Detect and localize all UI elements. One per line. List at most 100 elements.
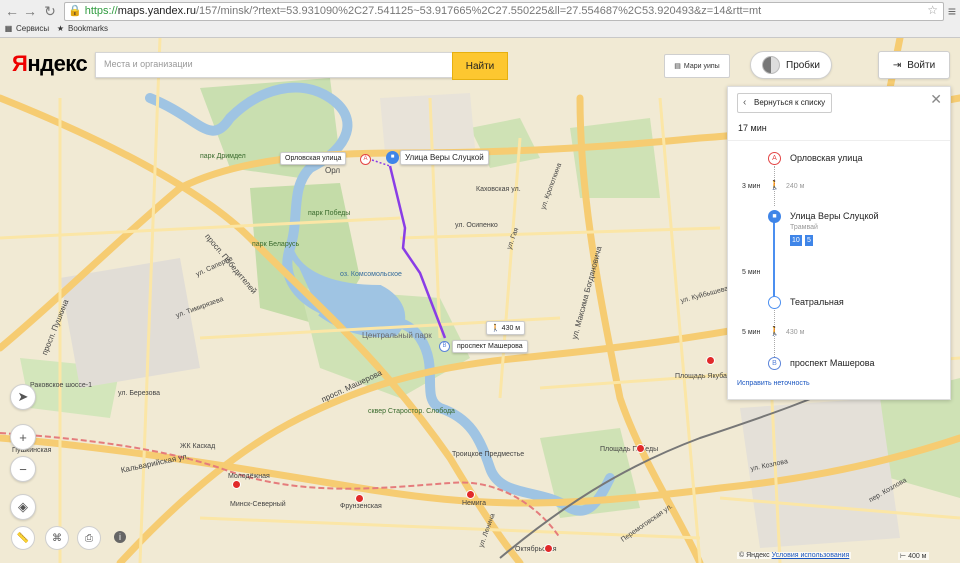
map-label: парк Победы	[308, 210, 351, 217]
address-bar[interactable]: 🔒 https://maps.yandex.ru/157/minsk/?rtext…	[64, 2, 944, 21]
close-icon[interactable]: ✕	[930, 92, 942, 106]
search-box[interactable]	[95, 52, 454, 78]
search-button-label: Найти	[465, 60, 495, 72]
tram-stop-callout[interactable]: Улица Веры Слуцкой	[400, 150, 489, 165]
reload-icon[interactable]: ↻	[42, 3, 58, 19]
metro-station-icon[interactable]	[232, 480, 241, 489]
route-badge[interactable]: 10	[790, 235, 802, 246]
map-label: ул. Осипенко	[455, 222, 498, 229]
search-input[interactable]	[96, 53, 452, 75]
metro-station-icon[interactable]	[706, 356, 715, 365]
end-marker: B	[768, 357, 781, 370]
browser-nav-row: ← → ↻ 🔒 https://maps.yandex.ru/157/minsk/…	[0, 0, 960, 22]
info-icon: i	[114, 531, 126, 543]
map-label: Орл	[325, 166, 341, 175]
zoom-in-button[interactable]: +	[10, 424, 36, 450]
apps-icon: ▦	[4, 24, 13, 33]
tram-stop-callout-label: Улица Веры Слуцкой	[405, 153, 484, 162]
bookmarks-bar: ▦ Сервисы ★ Bookmarks	[0, 22, 960, 37]
terms-link[interactable]: Условия использования	[772, 552, 850, 559]
map-label: Молодёжная	[228, 473, 270, 480]
end-step-name[interactable]: проспект Машерова	[790, 358, 874, 368]
map-layers-label: Мари уипы	[683, 62, 720, 70]
map-label: ул. Березова	[118, 390, 160, 397]
tram-stop-name[interactable]: Улица Веры Слуцкой	[790, 211, 879, 221]
location-arrow-icon: ➤	[17, 389, 29, 404]
scale-label: 400 м	[908, 553, 927, 560]
logo-rest: ндекс	[27, 51, 88, 76]
scale-line-icon: ⊢	[900, 553, 907, 560]
walk1-time: 3 мин	[742, 183, 761, 190]
browser-chrome: ← → ↻ 🔒 https://maps.yandex.ru/157/minsk/…	[0, 0, 960, 38]
metro-station-icon[interactable]	[355, 494, 364, 503]
traffic-label: Пробки	[786, 59, 820, 71]
walk2-distance: 430 м	[786, 329, 805, 336]
map-label: Площадь Победы	[600, 446, 659, 453]
tram-stop-icon[interactable]: ■	[386, 151, 399, 164]
back-to-list-button[interactable]: ‹ Вернуться к списку	[737, 93, 833, 113]
login-button[interactable]: ⇥ Войти	[878, 51, 950, 79]
ride-time: 5 мин	[742, 269, 761, 276]
print-button[interactable]: ⎙	[77, 526, 101, 550]
start-callout-label: Орловская улица	[285, 155, 342, 162]
start-step-name[interactable]: Орловская улица	[790, 153, 863, 163]
url-path: /157/minsk/?rtext=53.931090%2C27.541125~…	[196, 5, 762, 17]
map-layers-button[interactable]: ▤ Мари уипы	[664, 54, 730, 78]
end-marker[interactable]: B	[439, 341, 450, 352]
traffic-icon	[762, 56, 780, 74]
bookmark-services[interactable]: ▦ Сервисы	[4, 24, 49, 33]
ruler-button[interactable]: 📏	[11, 526, 35, 550]
menu-icon[interactable]: ≡	[948, 3, 956, 19]
walk2-time: 5 мин	[742, 329, 761, 336]
forward-arrow-icon[interactable]: →	[22, 3, 38, 19]
info-button[interactable]: i	[109, 526, 131, 548]
layers-toggle-button[interactable]: ◈	[10, 494, 36, 520]
route-panel: ‹ Вернуться к списку ✕ 17 мин A Орловска…	[727, 86, 951, 400]
panorama-button[interactable]: ⌘	[45, 526, 69, 550]
map-label: сквер Старостор. Слобода	[368, 408, 455, 415]
back-arrow-icon[interactable]: ←	[4, 3, 20, 19]
map-label: Каховская ул.	[476, 186, 521, 193]
zoom-out-button[interactable]: −	[10, 456, 36, 482]
map-label: Раковское шоссе-1	[30, 382, 93, 389]
plus-icon: +	[19, 429, 27, 445]
walk1-distance: 240 м	[786, 183, 805, 190]
map-label: Минск-Северный	[230, 501, 286, 508]
map-layers-icon: ▤	[674, 63, 681, 70]
lock-icon: 🔒	[68, 5, 82, 17]
map-label: ЖК Каскад	[180, 443, 216, 450]
exit-stop-name[interactable]: Театральная	[790, 297, 844, 307]
start-marker[interactable]: A	[360, 154, 371, 165]
chevron-left-icon: ‹	[743, 97, 747, 108]
metro-station-icon[interactable]	[636, 444, 645, 453]
copyright-text: © Яндекс	[739, 552, 770, 559]
walk-icon: 🚶	[491, 325, 500, 332]
end-callout[interactable]: проспект Машерова	[452, 340, 528, 353]
walk-distance-label: 430 м	[501, 325, 521, 332]
search-button[interactable]: Найти	[452, 52, 508, 80]
scale-bar: ⊢ 400 м	[898, 552, 929, 560]
bookmark-bookmarks[interactable]: ★ Bookmarks	[56, 24, 108, 33]
yandex-logo[interactable]: Яндекс	[12, 51, 88, 77]
panel-divider	[728, 140, 950, 141]
map-label: Троицкое Предместье	[452, 451, 525, 458]
industrial-area	[380, 93, 475, 153]
map-label: Немига	[462, 500, 486, 507]
metro-station-icon[interactable]	[544, 544, 553, 553]
star-icon: ★	[56, 24, 65, 33]
map-label: оз. Комсомольское	[340, 271, 402, 278]
geolocation-button[interactable]: ➤	[10, 384, 36, 410]
start-callout[interactable]: Орловская улица	[280, 152, 347, 165]
tram-line	[773, 222, 775, 302]
report-error-link[interactable]: Исправить неточность	[737, 380, 810, 387]
traffic-button[interactable]: Пробки	[750, 51, 832, 79]
login-label: Войти	[907, 59, 936, 71]
map-label: парк Дримдел	[200, 153, 246, 160]
bookmark-star-icon[interactable]: ☆	[927, 3, 938, 17]
route-badge[interactable]: 5	[805, 235, 813, 246]
walk-icon: 🚶	[769, 180, 781, 190]
bookmark-label: Bookmarks	[68, 24, 109, 33]
walk-callout[interactable]: 🚶 430 м	[486, 321, 526, 335]
metro-station-icon[interactable]	[466, 490, 475, 499]
start-marker: A	[768, 152, 781, 165]
